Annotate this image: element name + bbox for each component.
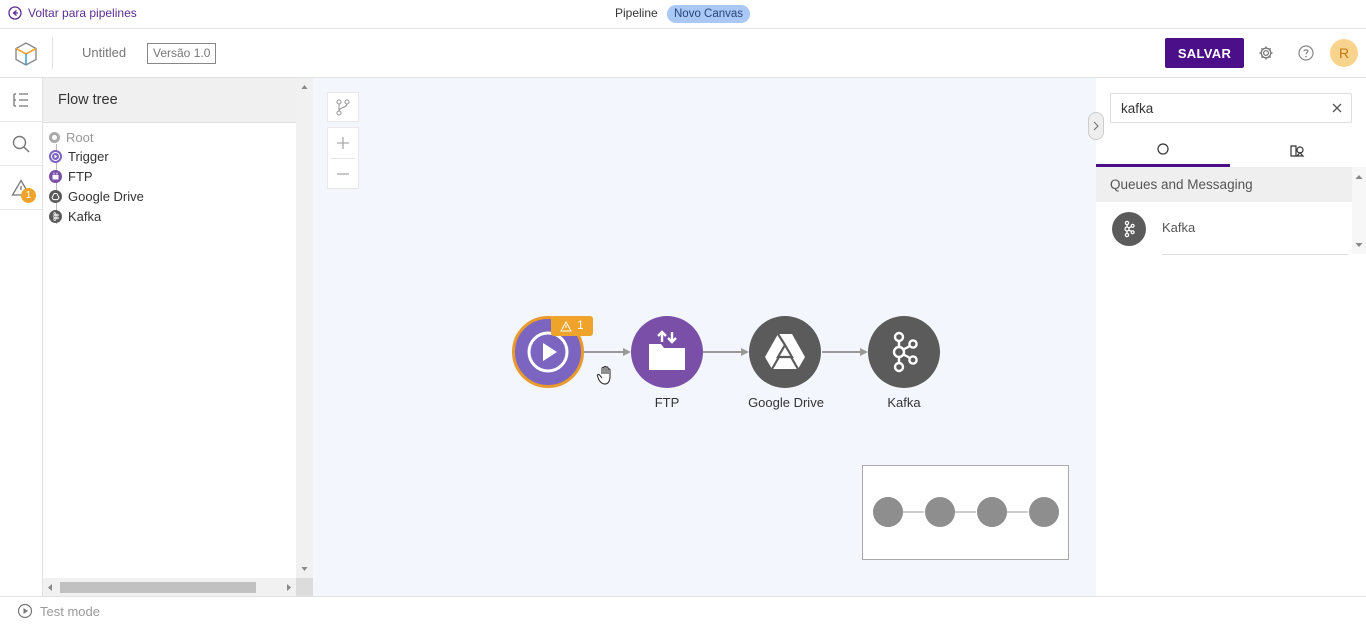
- panel-tabs: [1096, 134, 1366, 167]
- test-mode-toggle[interactable]: Test mode: [17, 603, 100, 619]
- back-to-pipelines-link[interactable]: Voltar para pipelines: [8, 6, 137, 20]
- category-header[interactable]: Queues and Messaging: [1096, 167, 1352, 202]
- flow-tree-title: Flow tree: [43, 78, 296, 123]
- root-dot-icon: [49, 132, 60, 143]
- test-mode-label: Test mode: [40, 603, 100, 619]
- play-icon: [17, 603, 33, 619]
- kafka-icon: [49, 210, 62, 223]
- tree-vertical-scrollbar[interactable]: [296, 78, 313, 578]
- google-drive-icon: [49, 190, 62, 203]
- search-button[interactable]: [0, 122, 42, 166]
- help-icon[interactable]: [1298, 45, 1314, 61]
- back-link-label: Voltar para pipelines: [28, 6, 137, 20]
- scroll-arrows-icon: [301, 85, 308, 571]
- scroll-arrows-icon: [1355, 175, 1363, 247]
- tree-node-label: FTP: [68, 169, 93, 184]
- tree-node-label: Google Drive: [68, 189, 144, 204]
- gear-icon[interactable]: [1258, 45, 1274, 61]
- flow-node-label: FTP: [654, 395, 680, 410]
- warnings-button[interactable]: 1: [0, 166, 42, 210]
- tree-node-label: Root: [66, 130, 94, 145]
- components-scrollbar[interactable]: [1352, 167, 1366, 254]
- flow-tree-button[interactable]: [0, 78, 42, 122]
- flow-node-kafka[interactable]: [868, 316, 940, 388]
- flow-node-ftp[interactable]: [631, 316, 703, 388]
- tab-connectors[interactable]: [1230, 134, 1364, 167]
- footer-bar: Test mode: [0, 596, 1366, 625]
- tab-components[interactable]: [1096, 134, 1230, 167]
- version-badge[interactable]: Versão 1.0: [147, 43, 217, 64]
- kafka-icon: [892, 331, 918, 373]
- chevron-right-icon: [1093, 121, 1099, 131]
- flow-node-label: Google Drive: [748, 395, 824, 410]
- tree-list-icon: [13, 92, 28, 107]
- tree-node-ftp[interactable]: FTP: [49, 169, 93, 184]
- save-button[interactable]: SALVAR: [1165, 38, 1244, 68]
- play-icon: [49, 150, 62, 163]
- components-icon: [1290, 144, 1305, 157]
- header-divider: [52, 37, 53, 69]
- divider: [1162, 254, 1348, 255]
- components-panel: Queues and Messaging Kafka: [1096, 78, 1366, 596]
- arrow-left-icon: [8, 6, 22, 20]
- warning-count-badge: 1: [21, 188, 36, 203]
- canvas-badge: Novo Canvas: [667, 5, 751, 23]
- minimap[interactable]: [862, 465, 1069, 560]
- top-bar: Voltar para pipelines Pipeline Novo Canv…: [0, 0, 1366, 29]
- tree-node-kafka[interactable]: Kafka: [49, 209, 101, 224]
- circle-icon: [1157, 143, 1169, 155]
- node-warning-count: 1: [577, 320, 584, 332]
- component-search-input[interactable]: [1110, 93, 1352, 123]
- collapse-panel-button[interactable]: [1088, 112, 1104, 140]
- pipeline-label: Pipeline: [615, 6, 658, 20]
- scroll-thumb[interactable]: [60, 582, 256, 593]
- app-header: Untitled Versão 1.0 SALVAR R: [0, 29, 1366, 78]
- pipeline-canvas[interactable]: 1 FTP Google Drive Kafka: [313, 78, 1096, 596]
- hand-cursor-icon: [596, 365, 611, 385]
- kafka-icon: [1112, 212, 1146, 246]
- tree-node-label: Trigger: [68, 149, 109, 164]
- tree-node-root[interactable]: Root: [49, 130, 93, 145]
- flow-node-label: Kafka: [887, 395, 921, 410]
- left-rail: 1: [0, 78, 43, 596]
- scroll-corner: [296, 578, 313, 596]
- tree-horizontal-scrollbar[interactable]: [43, 578, 296, 596]
- warning-icon: [560, 320, 573, 331]
- minimap-preview: [873, 497, 1059, 527]
- component-result-label: Kafka: [1162, 220, 1196, 235]
- ftp-icon: [49, 170, 62, 183]
- tree-node-google-drive[interactable]: Google Drive: [49, 189, 144, 204]
- node-warning-badge[interactable]: 1: [551, 316, 593, 336]
- flow-node-google-drive[interactable]: [749, 316, 821, 388]
- tree-node-label: Kafka: [68, 209, 102, 224]
- close-icon[interactable]: [1330, 101, 1344, 115]
- search-icon: [12, 135, 30, 153]
- component-result-kafka[interactable]: Kafka: [1096, 202, 1352, 255]
- google-drive-icon: [765, 333, 805, 370]
- tree-node-trigger[interactable]: Trigger: [49, 149, 109, 164]
- pipeline-title[interactable]: Untitled: [82, 45, 126, 60]
- flow-tree-panel: Flow tree Root Trigger FTP Google Drive …: [43, 78, 313, 596]
- logo-cube-icon: [15, 42, 37, 66]
- user-avatar[interactable]: R: [1330, 39, 1358, 67]
- ftp-icon: [649, 330, 685, 370]
